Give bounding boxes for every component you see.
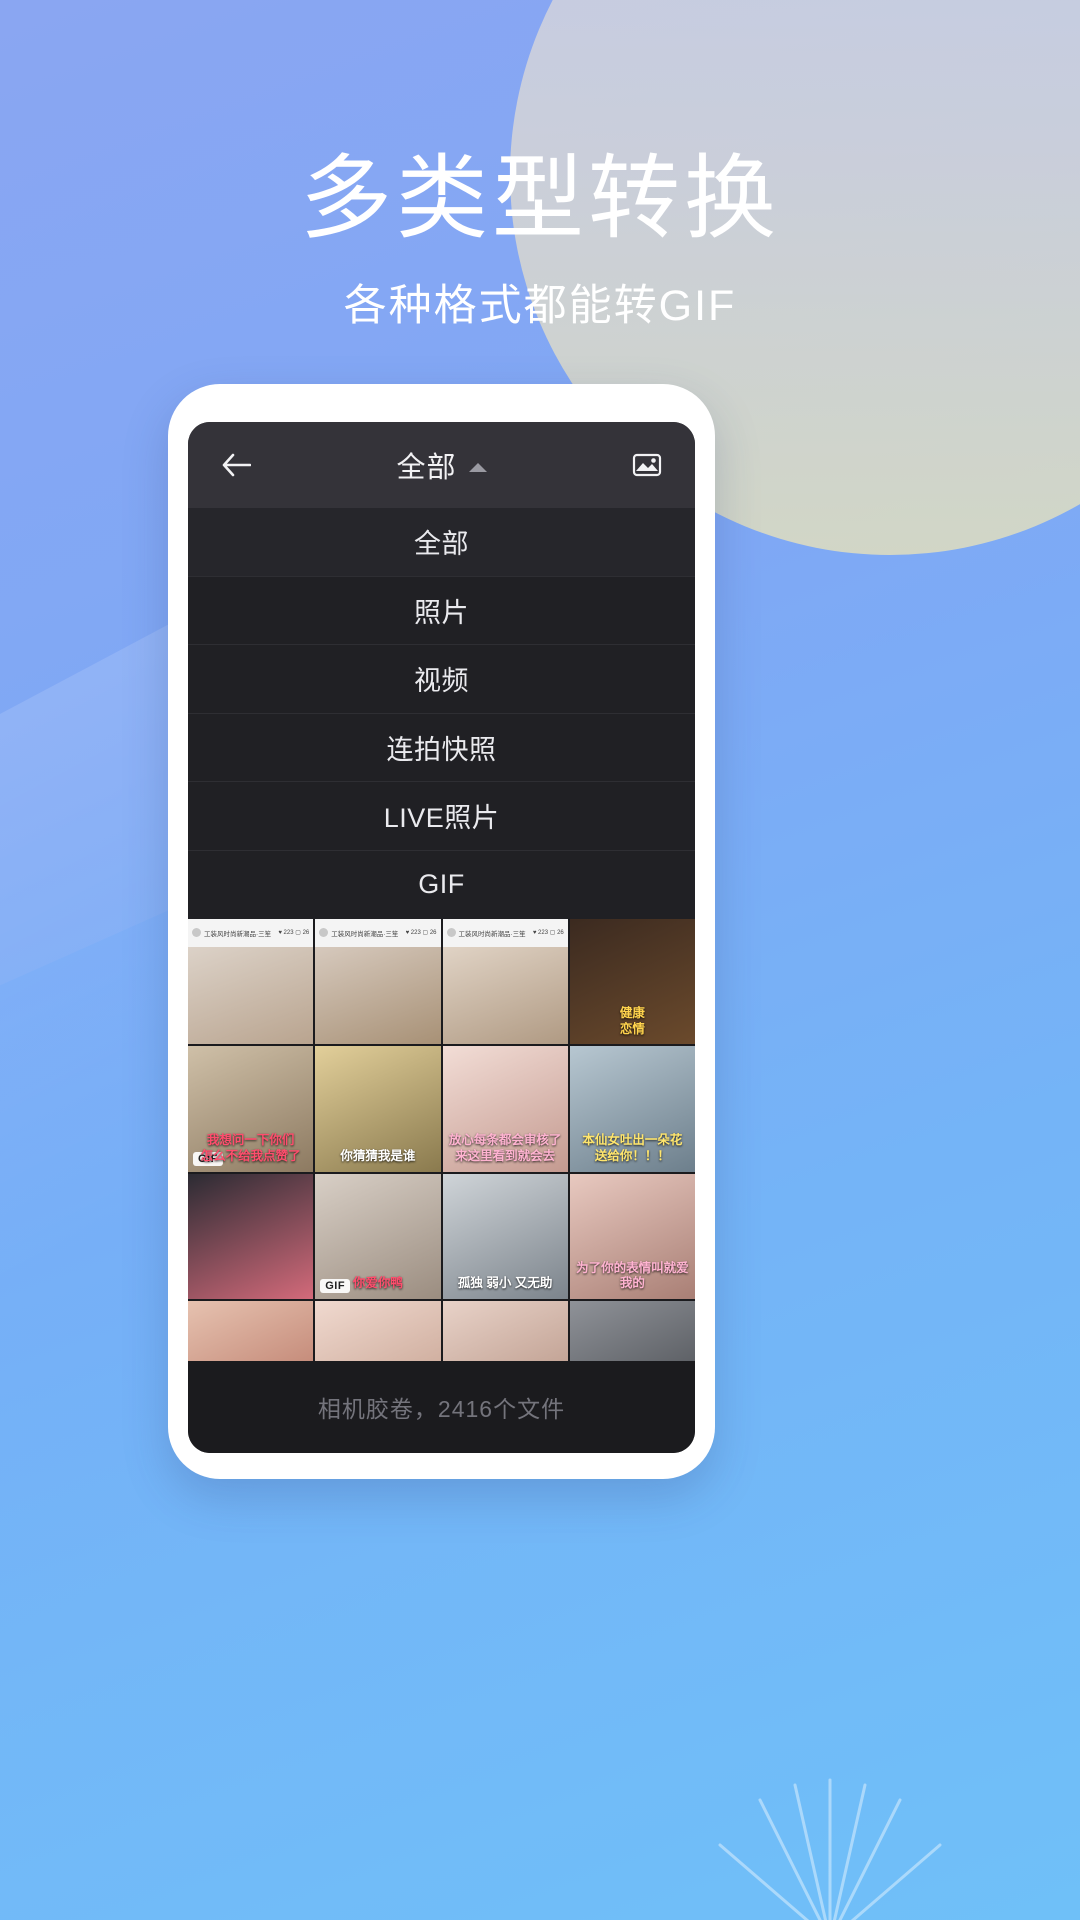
page-subtitle: 各种格式都能转GIF (343, 282, 737, 331)
gallery-thumbnail[interactable]: GIF 你爱你鸭 (315, 1173, 441, 1299)
thumbnail-post-header: 工装风时尚新潮品·三笙 ♥ 223 ▢ 26 (315, 919, 441, 947)
gallery-thumbnail[interactable]: 你猜猜我是谁 (315, 1046, 441, 1172)
avatar (446, 928, 456, 938)
thumbnail-image (188, 1173, 314, 1299)
thumbnail-image (442, 1173, 568, 1299)
thumbnail-post-header: 工装风时尚新潮品·三笙 ♥ 223 ▢ 26 (442, 919, 568, 947)
thumbnail-image (569, 919, 695, 1045)
gallery-thumbnail[interactable]: 我已长发及腰少年何时娶我 (315, 1300, 441, 1361)
chevron-up-icon (468, 462, 487, 472)
phone-screen: 全部 全部 照片 视频 连拍快照 LIVE照片 GIF 工装风时尚新潮品·三笙 ♥… (188, 422, 695, 1453)
gallery-thumbnail[interactable]: GIF 我想问一下你们 怎么不给我点赞了 (188, 1046, 314, 1172)
page-title: 多类型转换 (299, 148, 780, 250)
gif-badge: GIF (320, 1278, 351, 1293)
gallery-thumbnail[interactable]: 想吃 (188, 1300, 314, 1361)
app-header: 全部 (188, 422, 695, 508)
gallery-footer: 相机胶卷，2416个文件 (188, 1361, 695, 1453)
post-stats: ♥ 223 ▢ 26 (278, 930, 310, 937)
gif-badge: GIF (193, 1151, 223, 1166)
dropdown-item-videos[interactable]: 视频 (188, 645, 695, 714)
gallery-thumbnail[interactable]: 工装风时尚新潮品·三笙 ♥ 223 ▢ 26 (442, 919, 568, 1045)
dropdown-item-live[interactable]: LIVE照片 (188, 782, 695, 851)
header-title: 全部 (396, 452, 457, 484)
gallery-thumbnail[interactable]: 孤独 弱小 又无助 (442, 1173, 568, 1299)
thumbnail-image (569, 1300, 695, 1361)
post-username: 工装风时尚新潮品·三笙 (204, 930, 272, 938)
post-stats: ♥ 223 ▢ 26 (532, 930, 564, 937)
thumbnail-image (569, 1046, 695, 1172)
dropdown-item-all[interactable]: 全部 (188, 508, 695, 577)
promo-text-block: 多类型转换 各种格式都能转GIF (0, 0, 1080, 333)
gallery-thumbnail[interactable]: 为了你的表情叫就爱我的 (569, 1173, 695, 1299)
gallery-thumbnail[interactable]: 我觉得ok (442, 1300, 568, 1361)
thumbnail-image (315, 1300, 441, 1361)
arrow-left-icon[interactable] (214, 443, 258, 487)
post-username: 工装风时尚新潮品·三笙 (331, 930, 399, 938)
dropdown-item-gif[interactable]: GIF (188, 851, 695, 920)
thumbnail-post-header: 工装风时尚新潮品·三笙 ♥ 223 ▢ 26 (188, 919, 314, 947)
thumbnail-image (315, 1046, 441, 1172)
thumbnail-image (569, 1173, 695, 1299)
gallery-thumbnail[interactable]: 放心每条都会审核了 来这里看到就会去 (442, 1046, 568, 1172)
post-username: 工装风时尚新潮品·三笙 (458, 930, 526, 938)
dropdown-item-burst[interactable]: 连拍快照 (188, 714, 695, 782)
post-body (188, 946, 314, 1045)
avatar (319, 928, 329, 938)
post-body (315, 946, 441, 1045)
thumbnail-image (442, 1300, 568, 1361)
thumbnail-image (442, 1046, 568, 1172)
filter-dropdown: 全部 照片 视频 连拍快照 LIVE照片 GIF (188, 508, 695, 919)
gallery-thumbnail[interactable]: 工装风时尚新潮品·三笙 ♥ 223 ▢ 26 (315, 919, 441, 1045)
dropdown-item-photos[interactable]: 照片 (188, 577, 695, 645)
gallery-thumbnail[interactable]: 健康 恋情 (569, 919, 695, 1045)
phone-mockup: 全部 全部 照片 视频 连拍快照 LIVE照片 GIF 工装风时尚新潮品·三笙 ♥… (168, 384, 715, 1479)
sparkle-icon (718, 1778, 942, 1920)
thumbnail-image (188, 1300, 314, 1361)
gallery-thumbnail[interactable]: 工装风时尚新潮品·三笙 ♥ 223 ▢ 26 (188, 919, 314, 1045)
gallery-thumbnail[interactable]: 本仙女吐出一朵花 送给你！！！ (569, 1046, 695, 1172)
gallery-grid: 工装风时尚新潮品·三笙 ♥ 223 ▢ 26 工装风时尚新潮品·三笙 ♥ 223 ▢ … (188, 919, 695, 1361)
gallery-grid-container[interactable]: 工装风时尚新潮品·三笙 ♥ 223 ▢ 26 工装风时尚新潮品·三笙 ♥ 223 ▢ … (188, 919, 695, 1361)
gallery-thumbnail[interactable] (188, 1173, 314, 1299)
post-body (442, 946, 568, 1045)
header-title-group[interactable]: 全部 (188, 444, 695, 486)
photo-library-icon[interactable] (625, 443, 669, 487)
gallery-thumbnail[interactable]: 还撤回？我已经拍下来了 (569, 1300, 695, 1361)
post-stats: ♥ 223 ▢ 26 (405, 930, 437, 937)
avatar (192, 928, 201, 938)
